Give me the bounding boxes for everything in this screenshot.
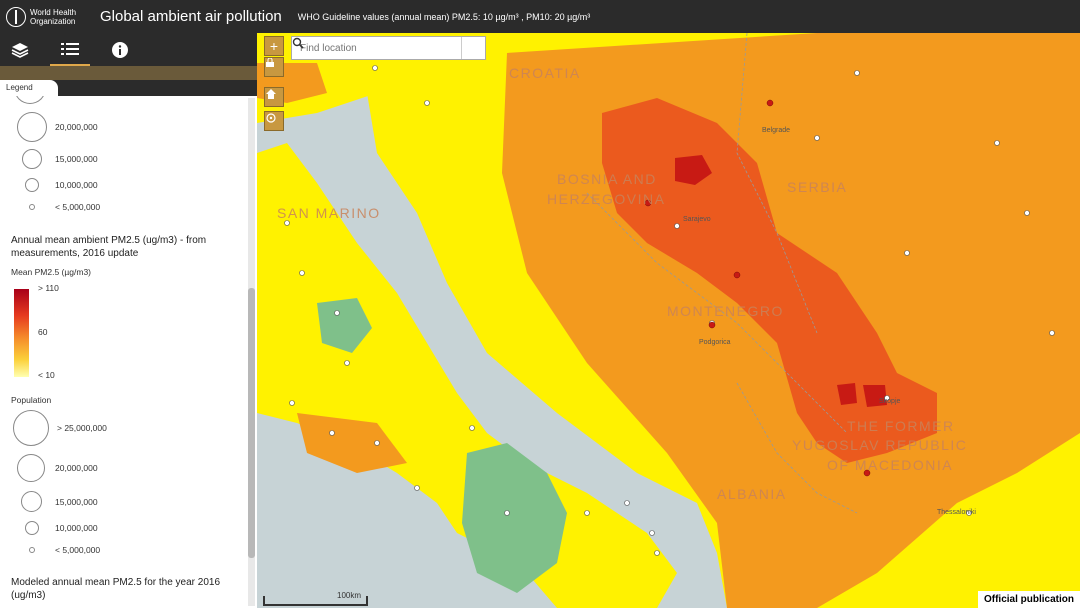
label-serbia: SERBIA <box>787 179 848 195</box>
population-label: 10,000,000 <box>55 180 98 190</box>
population-label: < 5,000,000 <box>55 545 101 555</box>
search-button[interactable] <box>292 37 485 59</box>
label-croatia: CROATIA <box>509 65 581 81</box>
app-title: Global ambient air pollution <box>100 8 282 25</box>
population-title: Population <box>11 395 52 405</box>
layers-icon <box>11 42 29 58</box>
locate-icon <box>266 113 276 123</box>
population-label: < 5,000,000 <box>55 202 101 212</box>
label-albania: ALBANIA <box>717 486 787 502</box>
lock-button[interactable] <box>264 57 284 77</box>
who-logo: World Health Organization <box>6 6 88 27</box>
population-circle-20m <box>17 112 47 142</box>
lock-icon <box>266 58 274 67</box>
population-label: 15,000,000 <box>55 154 98 164</box>
population-circle-25m <box>13 410 49 446</box>
legend-panel: 20,000,000 15,000,000 10,000,000 < 5,000… <box>0 96 257 608</box>
ramp-max-label: > 110 <box>38 283 59 293</box>
label-macedonia-2: YUGOSLAV REPUBLIC <box>792 437 968 453</box>
city-skopje: Skopje <box>879 398 901 405</box>
city-thessaloniki: Thessaloniki <box>937 509 976 516</box>
city-belgrade: Belgrade <box>762 127 791 134</box>
info-icon <box>112 41 128 58</box>
population-label: > 25,000,000 <box>57 423 107 433</box>
label-macedonia-3: OF MACEDONIA <box>827 457 954 473</box>
population-label: 20,000,000 <box>55 122 98 132</box>
ramp-min-label: < 10 <box>38 370 55 380</box>
population-label: 20,000,000 <box>55 463 98 473</box>
city-podgorica: Podgorica <box>699 339 731 346</box>
list-icon <box>61 42 79 55</box>
population-circle-20m <box>17 454 45 482</box>
population-label: 15,000,000 <box>55 497 98 507</box>
label-herzegovina: HERZEGOVINA <box>547 191 666 207</box>
label-bosnia: BOSNIA AND <box>557 171 657 187</box>
who-emblem-icon <box>6 6 26 27</box>
population-circle-15m <box>21 491 42 512</box>
org-name: World Health Organization <box>30 7 77 26</box>
population-circle-partial <box>14 96 46 104</box>
panel-toolbar <box>0 33 257 66</box>
modeled-title: Modeled annual mean PM2.5 for the year 2… <box>11 577 221 601</box>
city-sarajevo: Sarajevo <box>683 216 711 223</box>
ramp-mid-label: 60 <box>38 327 48 337</box>
home-button[interactable] <box>264 87 284 107</box>
mean-pm25-label: Mean PM2.5 (µg/m3) <box>11 267 92 277</box>
official-publication-badge: Official publication <box>977 591 1080 608</box>
tab-legend[interactable]: Legend <box>0 80 58 96</box>
population-label: 10,000,000 <box>55 523 98 533</box>
zoom-in-button[interactable]: + <box>264 36 284 56</box>
scroll-thumb[interactable] <box>248 288 255 558</box>
legend-scrollbar[interactable] <box>248 98 255 606</box>
locate-button[interactable] <box>264 111 284 131</box>
population-circle-15m <box>22 149 42 169</box>
search-input[interactable] <box>292 37 461 59</box>
population-circle-10m <box>25 521 39 535</box>
label-macedonia-1: THE FORMER <box>847 418 955 434</box>
home-icon <box>266 89 276 99</box>
info-button[interactable] <box>100 33 140 66</box>
legend-button[interactable] <box>50 33 90 66</box>
app-header: World Health Organization Global ambient… <box>0 0 1080 33</box>
layers-button[interactable] <box>0 33 40 66</box>
population-circle-5m <box>29 547 35 553</box>
population-circle-10m <box>25 178 39 192</box>
legend-tab-bar: Legend <box>0 80 257 96</box>
guideline-values: WHO Guideline values (annual mean) PM2.5… <box>297 11 591 22</box>
location-search <box>291 36 486 60</box>
scale-label: 100km <box>337 591 362 600</box>
pm25-color-ramp <box>14 289 29 377</box>
measured-title: Annual mean ambient PM2.5 (ug/m3) - from… <box>11 235 207 259</box>
population-circle-5m <box>29 204 35 210</box>
label-sanmarino: SAN MARINO <box>277 205 381 221</box>
label-montenegro: MONTENEGRO <box>667 303 784 319</box>
map-view[interactable]: + CROATIA BOSNIA AND HERZEGOVINA SERBIA … <box>257 33 1080 608</box>
search-icon <box>292 37 304 49</box>
pollution-map <box>257 33 1080 608</box>
tab-strip <box>0 66 257 80</box>
